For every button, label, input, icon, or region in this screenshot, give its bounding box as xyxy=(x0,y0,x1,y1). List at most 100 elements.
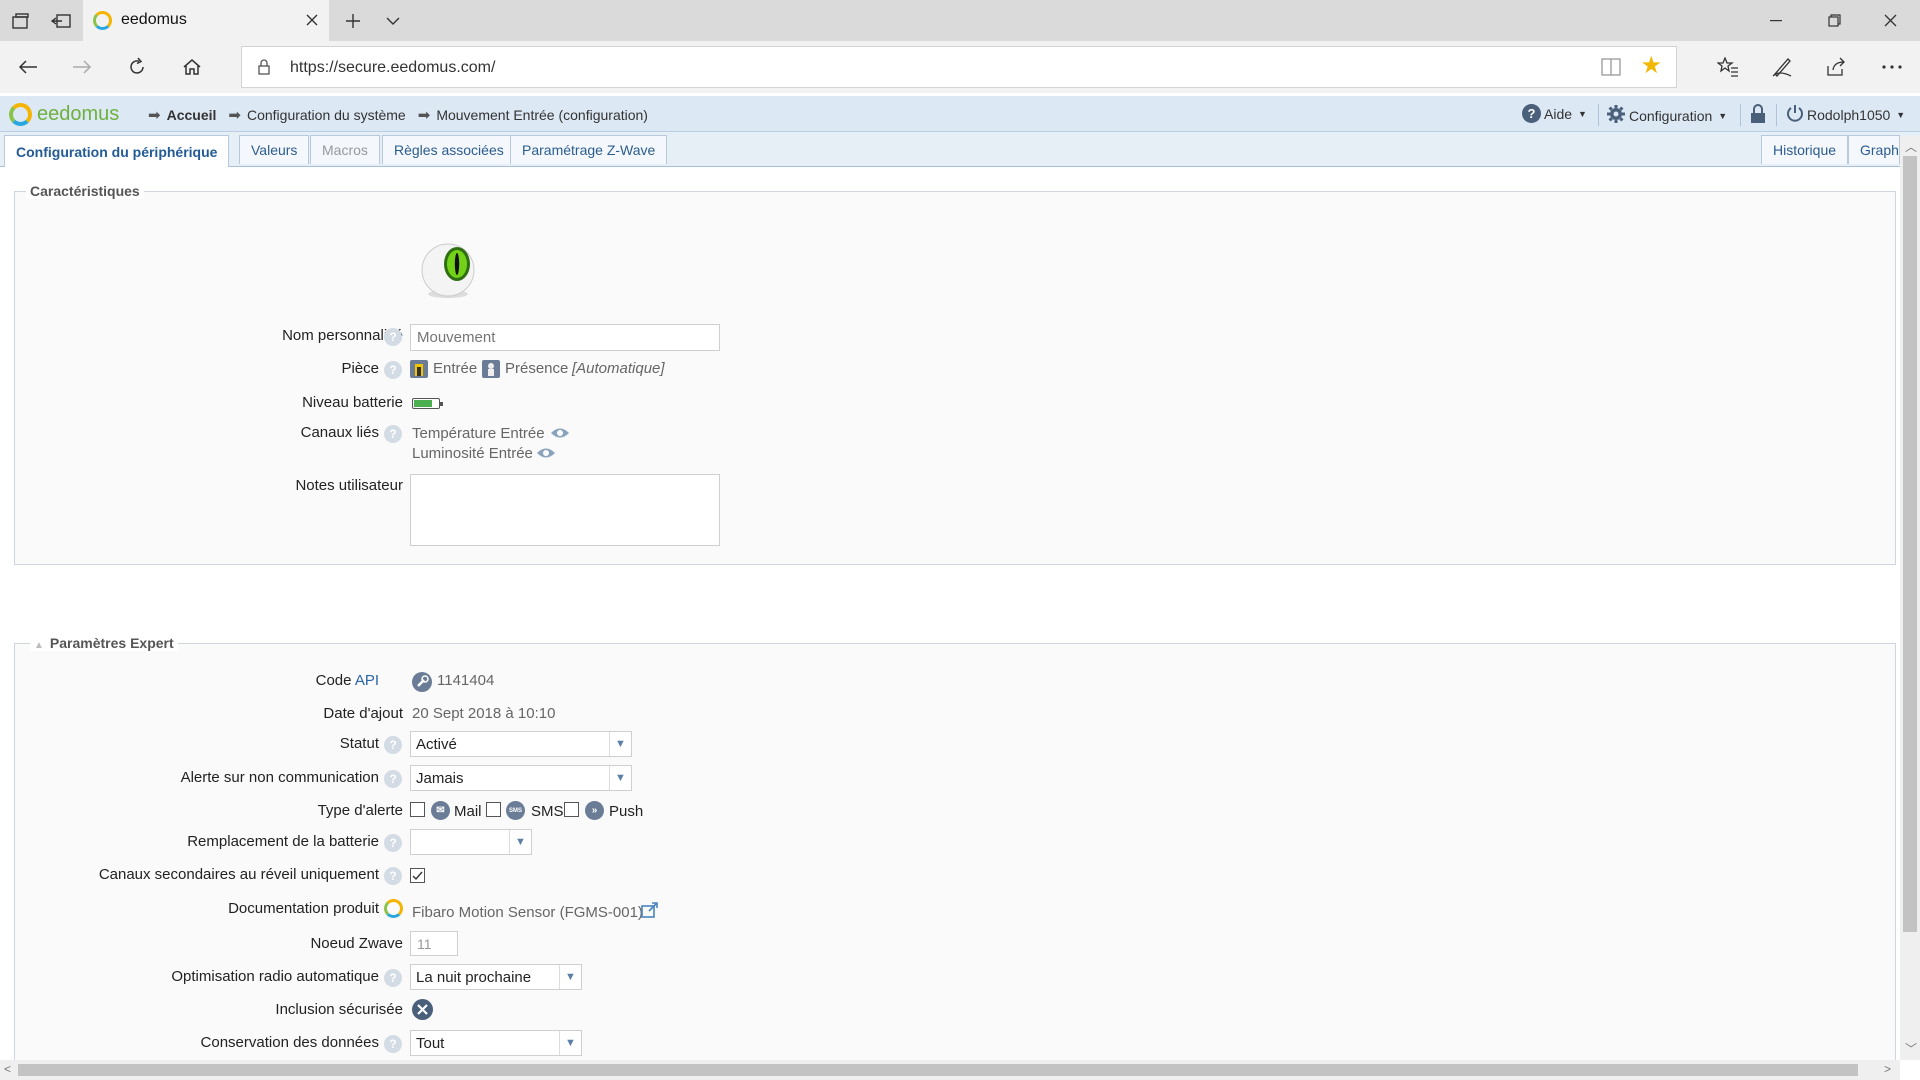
zwave-node-input[interactable] xyxy=(410,931,458,956)
vertical-scrollbar[interactable]: ︿ ﹀ xyxy=(1900,136,1920,1060)
eye-icon[interactable] xyxy=(550,426,570,444)
forward-icon[interactable] xyxy=(60,47,104,87)
tab-values[interactable]: Valeurs xyxy=(239,135,310,164)
configuration-label: Configuration xyxy=(1629,107,1713,124)
date-added-label: Date d'ajout xyxy=(323,705,403,722)
reading-view-icon[interactable] xyxy=(1600,57,1622,81)
more-icon[interactable] xyxy=(1870,47,1914,87)
no-communication-alert-label: Alerte sur non communication xyxy=(180,769,379,786)
scroll-down-icon[interactable]: ﹀ xyxy=(1905,1040,1917,1057)
minimize-icon[interactable] xyxy=(1748,0,1804,41)
favorite-star-icon[interactable]: ★ xyxy=(1640,54,1662,78)
channel-temperature-link[interactable]: Température Entrée xyxy=(412,425,545,442)
lock-button[interactable] xyxy=(1750,104,1766,127)
chevron-down-icon: ▼ xyxy=(509,830,531,854)
breadcrumb-home[interactable]: Accueil xyxy=(167,107,217,123)
push-label: Push xyxy=(609,803,644,820)
tab-history[interactable]: Historique xyxy=(1761,135,1849,164)
tab-graph[interactable]: Graphe xyxy=(1848,135,1900,164)
restore-icon[interactable] xyxy=(1806,0,1862,41)
url-text: https://secure.eedomus.com/ xyxy=(290,59,496,76)
expert-legend[interactable]: ▲ Paramètres Expert xyxy=(30,635,178,651)
radio-optimization-label: Optimisation radio automatique xyxy=(171,968,379,985)
mail-checkbox[interactable] xyxy=(410,802,425,817)
user-notes-textarea[interactable] xyxy=(410,474,720,546)
help-icon[interactable]: ? xyxy=(384,834,402,852)
usage-link[interactable]: Présence xyxy=(505,360,568,377)
radio-optimization-select[interactable]: La nuit prochaine ▼ xyxy=(410,964,582,990)
help-label: Aide xyxy=(1544,105,1573,122)
breadcrumb-system-config[interactable]: Configuration du système xyxy=(247,107,406,123)
help-icon[interactable]: ? xyxy=(384,736,402,754)
vertical-scroll-thumb[interactable] xyxy=(1903,156,1917,932)
configuration-menu[interactable]: Configuration ▼ xyxy=(1606,104,1727,127)
zwave-node-label: Noeud Zwave xyxy=(310,935,403,952)
status-select[interactable]: Activé ▼ xyxy=(410,731,632,757)
scroll-left-icon[interactable]: < xyxy=(4,1062,11,1076)
room-icon xyxy=(410,360,428,378)
horizontal-scroll-thumb[interactable] xyxy=(18,1064,1858,1076)
home-icon[interactable] xyxy=(170,47,214,87)
tab-zwave-settings[interactable]: Paramétrage Z-Wave xyxy=(510,135,668,164)
battery-fill xyxy=(414,400,432,407)
help-icon[interactable]: ? xyxy=(384,425,402,443)
help-icon[interactable]: ? xyxy=(384,328,402,346)
battery-label: Niveau batterie xyxy=(302,394,403,411)
product-doc-label: Documentation produit xyxy=(228,900,379,917)
header-divider xyxy=(1776,104,1777,126)
tab-device-configuration[interactable]: Configuration du périphérique xyxy=(4,135,230,167)
expert-legend-text: Paramètres Expert xyxy=(49,635,174,651)
channel-luminosity-link[interactable]: Luminosité Entrée xyxy=(412,445,533,462)
sms-checkbox[interactable] xyxy=(486,802,501,817)
battery-icon xyxy=(412,398,443,409)
secondary-channels-checkbox[interactable] xyxy=(410,868,425,883)
help-icon[interactable]: ? xyxy=(384,1035,402,1053)
external-link-icon[interactable] xyxy=(641,902,659,922)
characteristics-fieldset xyxy=(14,191,1896,565)
custom-name-input[interactable] xyxy=(410,324,720,351)
room-link[interactable]: Entrée xyxy=(433,360,477,377)
user-menu[interactable]: Rodolph1050 ▼ xyxy=(1786,104,1905,125)
caret-down-icon: ▼ xyxy=(1718,110,1728,121)
battery-replacement-select[interactable]: ▼ xyxy=(410,829,532,855)
date-added-value: 20 Sept 2018 à 10:10 xyxy=(412,705,556,722)
address-bar[interactable]: https://secure.eedomus.com/ ★ xyxy=(241,46,1677,88)
product-doc-link[interactable]: Fibaro Motion Sensor (FGMS-001) xyxy=(412,904,643,921)
data-select-value: Tout xyxy=(416,1035,445,1052)
alert-select-value: Jamais xyxy=(416,770,464,787)
arrow-right-icon: ➡ xyxy=(228,107,241,124)
back-icon[interactable] xyxy=(6,47,50,87)
eye-icon[interactable] xyxy=(536,446,556,464)
no-communication-alert-select[interactable]: Jamais ▼ xyxy=(410,765,632,791)
set-aside-tabs-icon[interactable] xyxy=(40,0,81,41)
share-icon[interactable] xyxy=(1814,47,1858,87)
eedomus-logo[interactable]: eedomus xyxy=(9,103,119,126)
browser-tab[interactable]: eedomus xyxy=(83,0,329,41)
close-window-icon[interactable] xyxy=(1862,0,1918,41)
tab-associated-rules[interactable]: Règles associées xyxy=(382,135,516,164)
mail-icon: ✉ xyxy=(431,801,450,820)
pen-notes-icon[interactable] xyxy=(1760,47,1804,87)
sms-label: SMS xyxy=(531,803,564,820)
help-icon[interactable]: ? xyxy=(384,867,402,885)
close-tab-icon[interactable] xyxy=(301,9,323,31)
code-label: Code API xyxy=(316,672,379,689)
tab-actions-icon[interactable] xyxy=(0,0,41,41)
scroll-up-icon[interactable]: ︿ xyxy=(1905,138,1917,155)
tab-list-chevron-icon[interactable] xyxy=(372,0,413,41)
help-icon[interactable]: ? xyxy=(384,770,402,788)
horizontal-scrollbar[interactable]: < > xyxy=(0,1060,1900,1080)
new-tab-icon[interactable] xyxy=(332,0,373,41)
data-retention-select[interactable]: Tout ▼ xyxy=(410,1030,582,1056)
help-icon[interactable]: ? xyxy=(384,969,402,987)
help-menu[interactable]: ? Aide ▼ xyxy=(1522,104,1587,123)
browser-tab-strip: eedomus xyxy=(0,0,1920,41)
scroll-right-icon[interactable]: > xyxy=(1884,1062,1891,1076)
api-link[interactable]: API xyxy=(355,672,379,689)
help-icon[interactable]: ? xyxy=(384,361,402,379)
favorites-icon[interactable] xyxy=(1706,47,1750,87)
chevron-down-icon: ▼ xyxy=(609,732,631,756)
refresh-icon[interactable] xyxy=(115,47,159,87)
mail-label: Mail xyxy=(454,803,482,820)
push-checkbox[interactable] xyxy=(564,802,579,817)
